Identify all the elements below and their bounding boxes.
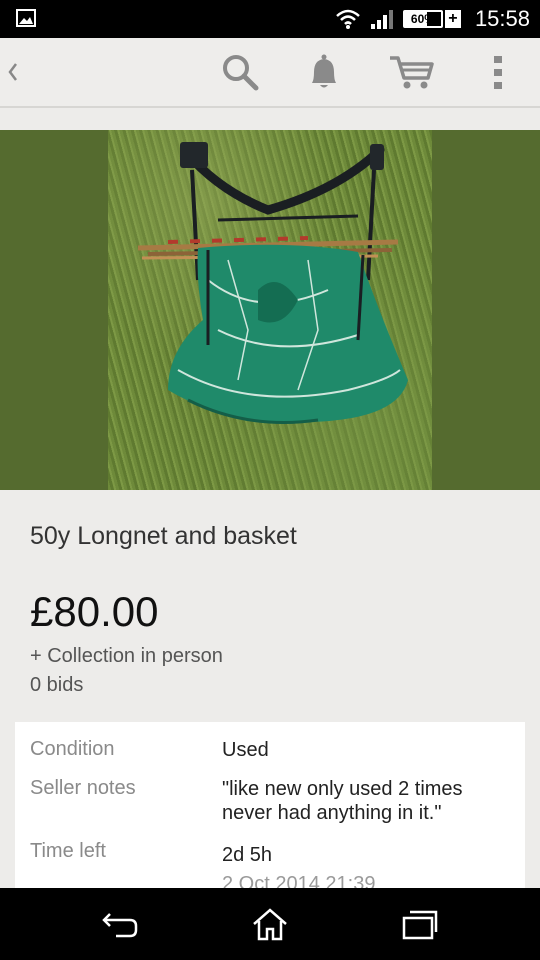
overflow-menu-icon[interactable] (488, 52, 508, 92)
signal-icon (370, 10, 393, 29)
battery-icon: 60% + (402, 10, 461, 28)
seller-notes-value: "like new only used 2 times never had an… (222, 778, 463, 824)
back-nav-icon[interactable] (100, 906, 140, 942)
time-left-value: 2d 5h (222, 844, 273, 866)
listing-title: 50y Longnet and basket (30, 522, 297, 550)
app-bar (0, 38, 540, 108)
notification-bell-icon[interactable] (304, 52, 344, 92)
product-photo[interactable] (108, 130, 432, 490)
back-icon[interactable] (4, 58, 22, 86)
battery-percent: 60% (410, 12, 435, 26)
recent-apps-icon[interactable] (400, 906, 440, 942)
longnet-illustration (137, 142, 408, 424)
condition-label: Condition (30, 738, 115, 760)
image-icon (16, 9, 36, 27)
seller-notes-label: Seller notes (30, 777, 136, 799)
battery-gauge: 60% (402, 10, 443, 28)
condition-value: Used (222, 739, 269, 761)
search-icon[interactable] (220, 52, 260, 92)
item-details-card: Condition Used Seller notes "like new on… (15, 722, 525, 895)
system-nav-bar (0, 888, 540, 960)
home-icon[interactable] (250, 906, 290, 942)
shipping-info: + Collection in person (30, 645, 223, 667)
charge-icon: + (444, 10, 461, 28)
bid-count[interactable]: 0 bids (30, 674, 83, 697)
clock: 15:58 (474, 6, 530, 31)
product-image-area (0, 130, 540, 490)
wifi-icon (336, 9, 360, 29)
cart-icon[interactable] (388, 52, 436, 92)
listing-price: £80.00 (30, 588, 159, 635)
time-left-label: Time left (30, 840, 106, 862)
status-bar: 60% + 15:58 (0, 0, 540, 38)
